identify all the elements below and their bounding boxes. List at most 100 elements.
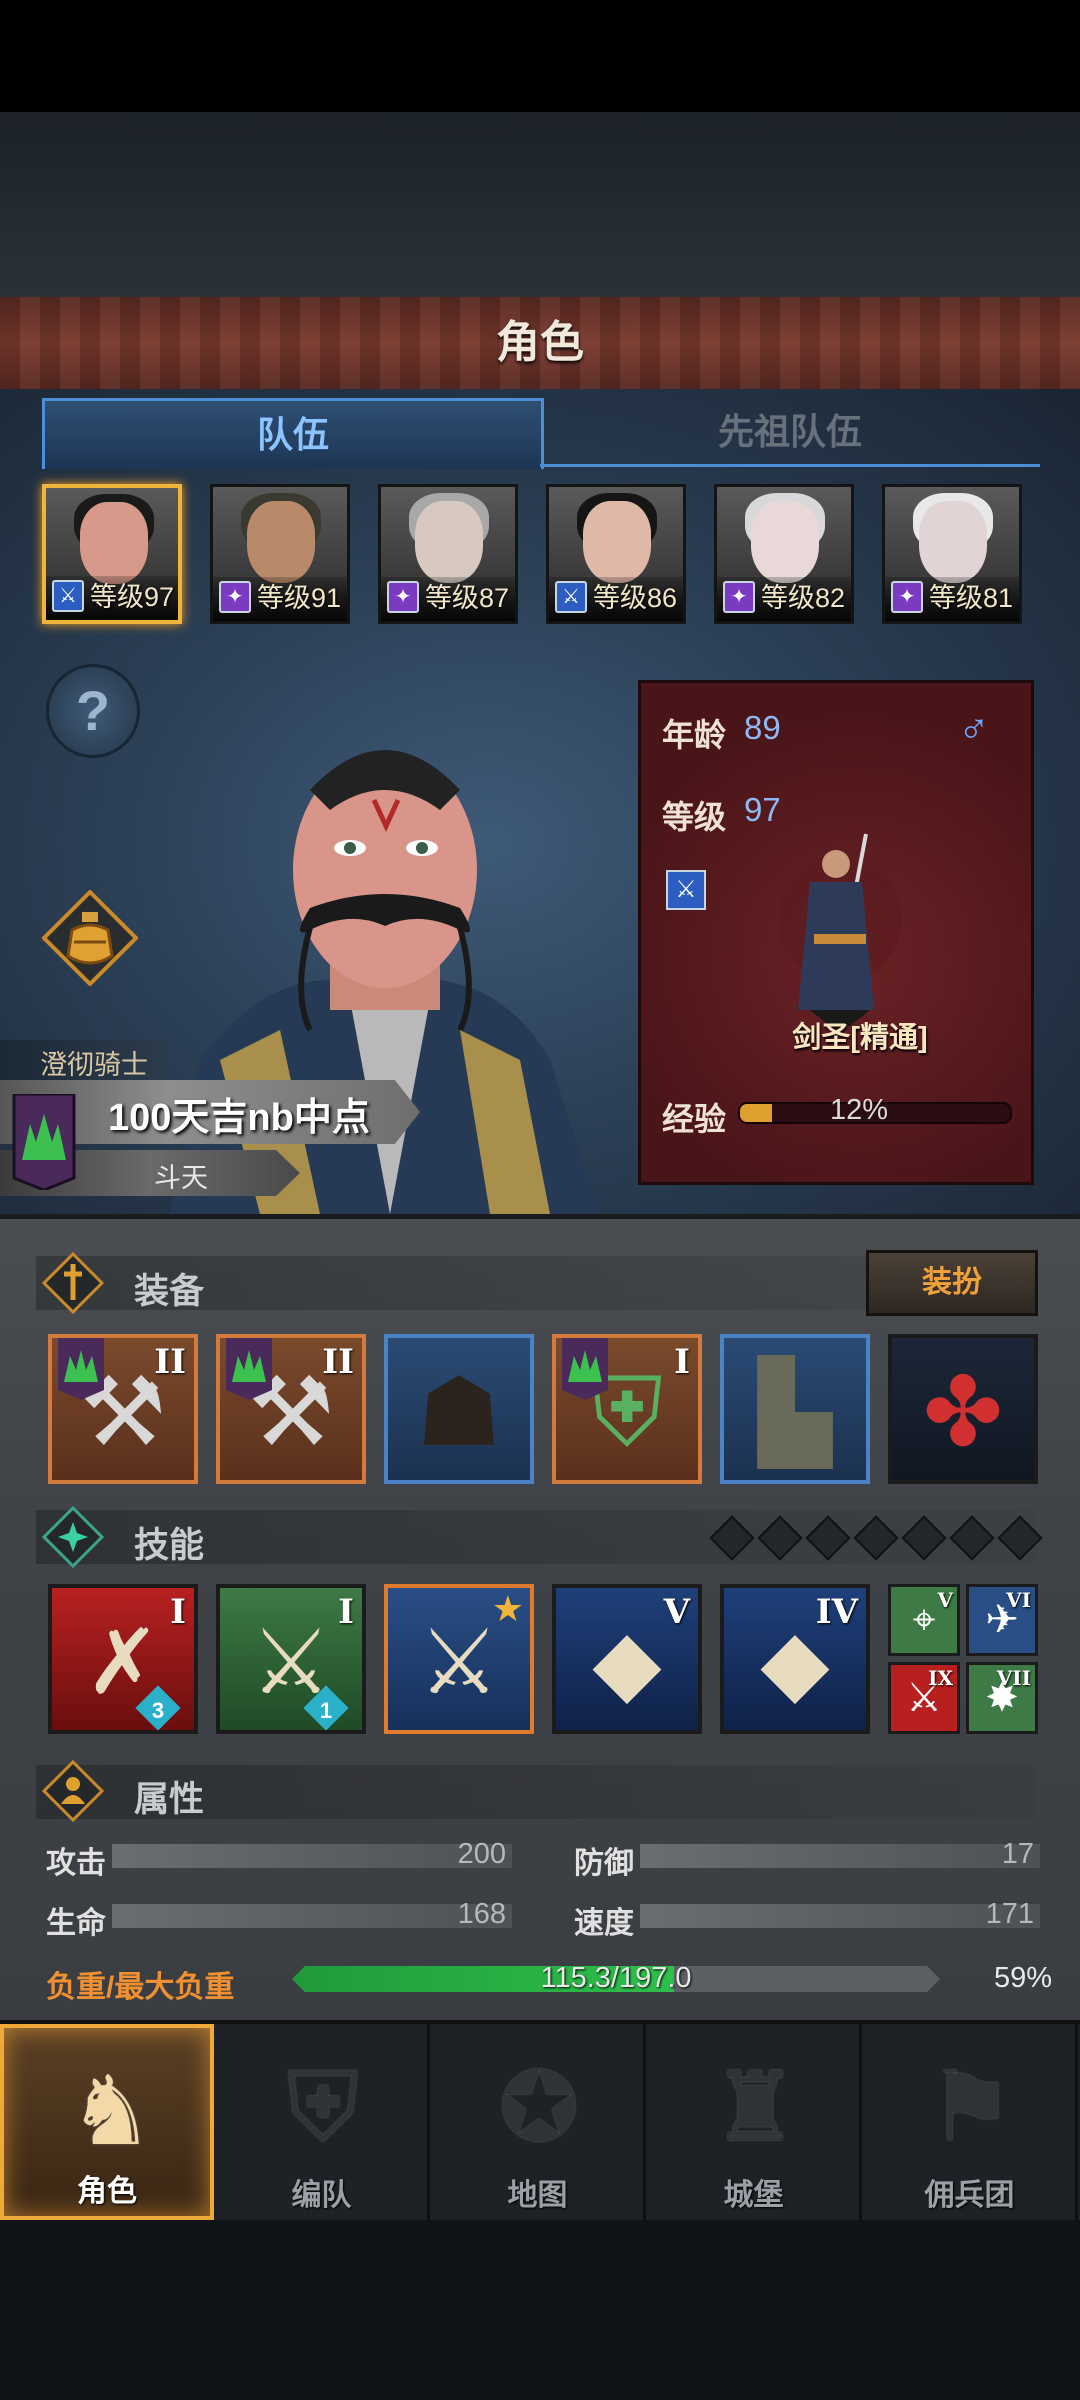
exp-bar-fill: [740, 1104, 773, 1122]
knight-icon: ♞: [67, 2058, 155, 2165]
nav-label: 地图: [507, 2179, 568, 2212]
passive-skill-slot[interactable]: ⚔ IX: [888, 1662, 960, 1734]
guild-flag-icon: [58, 1338, 104, 1400]
dagger-icon: [42, 1252, 104, 1314]
rank-numeral: II: [322, 1342, 354, 1382]
outfit-button[interactable]: 装扮: [866, 1250, 1038, 1316]
age-label: 年龄: [662, 717, 727, 753]
rank-numeral: I: [674, 1342, 690, 1382]
nav-character[interactable]: ♞ 角色: [0, 2024, 214, 2220]
tab-ancestor-team[interactable]: 先祖队伍: [540, 398, 1040, 467]
equipment-slot[interactable]: ☗: [384, 1334, 534, 1484]
skill-slot[interactable]: ⚔ ★: [384, 1584, 534, 1734]
class-figure: [778, 833, 902, 1026]
gem-count: 3: [151, 1698, 165, 1723]
hero-face: [415, 501, 483, 583]
hero-level: 等级82: [761, 583, 846, 613]
hero-level: 等级91: [257, 583, 342, 613]
staff-icon: ✦: [387, 581, 419, 613]
roster-hero[interactable]: ⚔ 等级97: [42, 484, 182, 624]
mercenary-icon: ⚑: [927, 2054, 1015, 2161]
rank-numeral: II: [154, 1342, 186, 1382]
roster-hero[interactable]: ✦ 等级91: [210, 484, 350, 624]
skill-slot[interactable]: ✗ I 3: [48, 1584, 198, 1734]
nav-label: 城堡: [723, 2179, 784, 2212]
hero-face: [751, 501, 819, 583]
equipment-slot[interactable]: ⚒ II: [216, 1334, 366, 1484]
character-name: 100天吉nb中点: [108, 1097, 370, 1139]
roster-hero[interactable]: ✦ 等级82: [714, 484, 854, 624]
hero-level: 等级87: [425, 583, 510, 613]
nav-formation[interactable]: ⛨ 编队: [216, 2024, 430, 2220]
help-button[interactable]: ?: [46, 664, 140, 758]
equipment-slot[interactable]: ⚒ II: [48, 1334, 198, 1484]
gem-count: 1: [319, 1698, 333, 1723]
staff-icon: ✦: [723, 581, 755, 613]
hood-icon: ☗: [415, 1359, 503, 1466]
nav-label: 编队: [291, 2179, 352, 2212]
rank-numeral: I: [170, 1592, 186, 1632]
passive-skill-slot[interactable]: ✸ VII: [966, 1662, 1038, 1734]
defense-value: 17: [1001, 1838, 1034, 1870]
knot-charm-icon: ✤: [922, 1359, 1004, 1466]
passive-skill-slot[interactable]: ⌖ V: [888, 1584, 960, 1656]
load-percent: 59%: [993, 1962, 1052, 1994]
class-sword-icon: ⚔: [666, 870, 706, 910]
hero-level: 等级97: [90, 582, 175, 612]
load-value: 115.3/197.0: [540, 1962, 692, 1994]
rank-numeral: IV: [815, 1592, 858, 1632]
skill-slot[interactable]: ◆ V: [552, 1584, 702, 1734]
guild-name: 斗天: [154, 1163, 208, 1193]
equipment-slot[interactable]: ⛨ I: [552, 1334, 702, 1484]
hp-value: 168: [457, 1898, 506, 1930]
guild-banner-icon: [12, 1094, 76, 1190]
hero-face: [583, 501, 651, 583]
defense-label: 防御: [574, 1847, 634, 1880]
castle-icon: ♜: [711, 2054, 799, 2161]
hero-level: 等级86: [593, 583, 678, 613]
rank-numeral: VII: [996, 1666, 1031, 1690]
rank-numeral: I: [338, 1592, 354, 1632]
speed-label: 速度: [574, 1907, 634, 1940]
rank-numeral: VI: [1006, 1588, 1031, 1612]
star-burst-icon: [42, 1506, 104, 1568]
equipment-slot[interactable]: ▙: [720, 1334, 870, 1484]
hero-face: [80, 502, 148, 584]
staff-icon: ✦: [891, 581, 923, 613]
skill-slot[interactable]: ◆ IV: [720, 1584, 870, 1734]
question-icon: ?: [75, 679, 111, 742]
hero-level: 等级81: [929, 583, 1014, 613]
sword-icon: ⚔: [52, 580, 84, 612]
roster-hero[interactable]: ✦ 等级81: [882, 484, 1022, 624]
passive-skill-slot[interactable]: ✈ VI: [966, 1584, 1038, 1656]
age-value: 89: [744, 709, 781, 746]
nav-map[interactable]: ✪ 地图: [432, 2024, 646, 2220]
roster-hero[interactable]: ⚔ 等级86: [546, 484, 686, 624]
tab-team[interactable]: 队伍: [42, 398, 544, 469]
roster-hero[interactable]: ✦ 等级87: [378, 484, 518, 624]
load-label: 负重/最大负重: [46, 1971, 235, 2004]
page-title: 角色: [496, 318, 584, 367]
skills-title: 技能: [134, 1526, 205, 1565]
gesture-area: [0, 2220, 1080, 2400]
skill-slot[interactable]: ⚔ I 1: [216, 1584, 366, 1734]
guild-flag-icon: [226, 1338, 272, 1400]
speed-value: 171: [985, 1898, 1034, 1930]
character-title: 澄彻骑士: [40, 1050, 148, 1080]
exp-label: 经验: [662, 1101, 727, 1137]
formation-icon: ⛨: [287, 2054, 359, 2161]
boots-icon: ▙: [758, 1359, 832, 1466]
equipment-slot[interactable]: ✤: [888, 1334, 1038, 1484]
exp-percent: 12%: [830, 1094, 889, 1126]
nav-label: 佣兵团: [924, 2179, 1015, 2212]
potion-icon[interactable]: [42, 890, 138, 986]
attack-label: 攻击: [46, 1847, 106, 1880]
nav-mercenary[interactable]: ⚑ 佣兵团: [864, 2024, 1078, 2220]
level-value: 97: [744, 791, 781, 828]
rank-numeral: IX: [928, 1666, 953, 1690]
level-label: 等级: [662, 799, 727, 835]
nav-castle[interactable]: ♜ 城堡: [648, 2024, 862, 2220]
hero-face: [247, 501, 315, 583]
class-name: 剑圣[精通]: [792, 1022, 928, 1054]
male-gender-icon: ♂: [958, 705, 990, 752]
